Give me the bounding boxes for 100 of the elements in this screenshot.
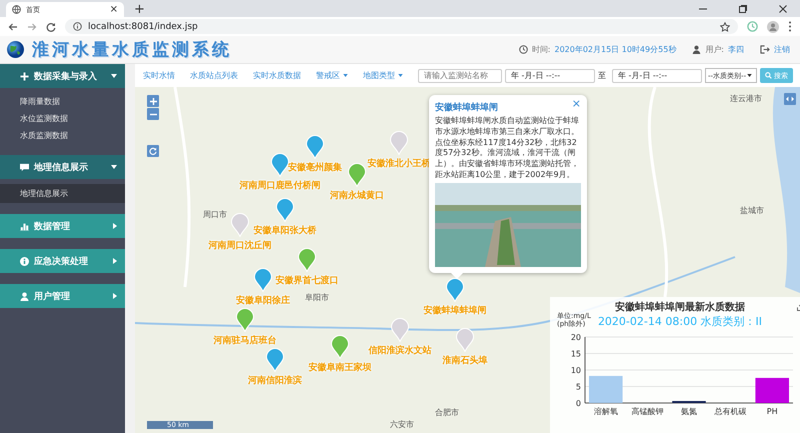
station-search-field[interactable]: 请输入监测站名称 xyxy=(418,68,502,82)
caret-down-icon xyxy=(111,165,117,169)
plus-icon xyxy=(150,98,156,104)
city-label: 阜阳市 xyxy=(305,292,329,303)
station-label: 安徽阜阳张大桥 xyxy=(254,224,316,237)
sidebar-item[interactable]: 降雨量数据 xyxy=(0,93,125,110)
comment-icon xyxy=(20,162,29,172)
nav-link[interactable]: 警戒区 xyxy=(316,70,348,81)
chart-title: 安徽蚌埠蚌埠闸最新水质数据 xyxy=(615,300,745,314)
map-pin-icon[interactable] xyxy=(231,213,249,237)
profile-avatar-icon[interactable] xyxy=(767,20,779,32)
menu-header-label: 用户管理 xyxy=(34,290,70,302)
city-label: 周口市 xyxy=(203,209,227,220)
sidebar-item[interactable]: 水位监测数据 xyxy=(0,110,125,127)
y-tick-label: 0 xyxy=(576,399,581,408)
station-label: 安徽界首七渡口 xyxy=(276,274,338,287)
logout-icon[interactable] xyxy=(760,45,770,54)
sidebar-menu-header[interactable]: 用户管理 xyxy=(0,284,125,308)
map-pin-icon[interactable] xyxy=(276,198,294,222)
map-pin-icon[interactable] xyxy=(236,308,254,332)
map-pin-icon[interactable] xyxy=(271,153,289,177)
star-icon[interactable] xyxy=(720,22,730,32)
globe-logo-icon xyxy=(7,41,24,58)
forward-icon[interactable] xyxy=(27,22,37,32)
clock-icon xyxy=(518,45,528,54)
info-icon xyxy=(73,22,82,31)
map-pin-icon[interactable] xyxy=(390,131,408,155)
menu-header-label: 数据管理 xyxy=(34,220,70,232)
logout-link[interactable]: 注销 xyxy=(774,44,790,55)
popup-title: 安徽蚌埠蚌埠闸 xyxy=(435,101,499,114)
back-icon[interactable] xyxy=(8,22,18,32)
start-date-field[interactable]: 年 -月-日 --:-- xyxy=(505,68,595,82)
expand-button[interactable] xyxy=(784,93,796,105)
caret-right-icon xyxy=(113,223,117,229)
globe-icon xyxy=(12,5,21,14)
map-pin-icon[interactable] xyxy=(331,335,349,359)
plus-icon xyxy=(20,72,29,80)
map-pin-icon[interactable] xyxy=(391,318,409,342)
map-pin-icon[interactable] xyxy=(306,135,324,159)
station-label: 安徽阜阳徐庄 xyxy=(236,294,290,307)
x-tick-label: 总有机碳 xyxy=(714,407,747,416)
map-pin-icon[interactable] xyxy=(348,163,366,187)
sidebar-item[interactable]: 水质监测数据 xyxy=(0,127,125,144)
map-pin-icon[interactable] xyxy=(446,278,464,302)
map-pin-icon[interactable] xyxy=(456,328,474,352)
address-bar[interactable]: localhost:8081/index.jsp xyxy=(65,19,738,34)
sidebar-menu-header[interactable]: 应急决策处理 xyxy=(0,249,125,273)
nav-link[interactable]: 水质站点列表 xyxy=(190,70,238,81)
current-time: 2020年02月15日 10时49分55秒 xyxy=(554,44,676,55)
to-label: 至 xyxy=(598,70,606,81)
x-tick-label: 高锰酸钾 xyxy=(631,407,664,416)
station-label: 河南驻马店班台 xyxy=(214,334,276,347)
caret-down-icon xyxy=(111,74,117,78)
double-arrow-icon xyxy=(786,96,794,102)
info-icon xyxy=(20,256,29,266)
close-popup-button[interactable]: × xyxy=(572,97,581,110)
station-label: 河南信阳淮滨 xyxy=(248,374,302,387)
app-title: 淮河水量水质监测系统 xyxy=(32,39,232,61)
station-label: 河南周口沈丘闸 xyxy=(208,239,272,252)
station-label: 淮南石头埠 xyxy=(442,354,488,367)
caret-right-icon xyxy=(113,293,117,299)
x-tick-label: 溶解氧 xyxy=(594,407,618,416)
x-tick-label: PH xyxy=(766,407,778,416)
menu-header-label: 应急决策处理 xyxy=(34,255,88,268)
city-label: 连云港市 xyxy=(730,93,762,104)
end-date-field[interactable]: 年 -月-日 --:-- xyxy=(612,68,702,82)
user-name: 李四 xyxy=(728,44,744,55)
nav-link[interactable]: 实时水质数据 xyxy=(253,70,301,81)
sidebar-item[interactable]: 地理信息展示 xyxy=(0,184,125,203)
search-icon xyxy=(765,72,772,79)
new-tab-button[interactable]: + xyxy=(130,2,149,17)
map-pin-icon[interactable] xyxy=(254,268,272,292)
user-icon xyxy=(692,45,702,54)
map-pin-icon[interactable] xyxy=(266,348,284,372)
refresh-button[interactable] xyxy=(147,145,159,157)
map-pin-icon[interactable] xyxy=(298,248,316,272)
sidebar-menu-header[interactable]: 地理信息展示 xyxy=(0,155,125,179)
user-label: 用户: xyxy=(705,44,724,55)
caret-right-icon xyxy=(113,258,117,264)
caret-down-icon xyxy=(747,74,752,77)
zoom-in-button[interactable] xyxy=(147,95,159,107)
url-text: localhost:8081/index.jsp xyxy=(88,22,198,32)
x-tick-label: 氨氮 xyxy=(681,407,697,416)
y-tick-label: 10 xyxy=(570,366,581,375)
maximize-icon[interactable] xyxy=(738,4,748,14)
sidebar-menu-header[interactable]: 数据采集与录入 xyxy=(0,64,125,88)
city-label: 六安市 xyxy=(390,419,414,430)
city-label: 合肥市 xyxy=(435,407,459,418)
menu-icon[interactable] xyxy=(788,21,792,32)
station-label: 信阳淮滨水文站 xyxy=(368,344,432,357)
station-label: 安徽蚌埠蚌埠闸 xyxy=(424,304,486,317)
sidebar-menu-header[interactable]: 数据管理 xyxy=(0,214,125,238)
reload-icon[interactable] xyxy=(46,22,56,32)
station-label: 河南永城黄口 xyxy=(330,189,384,202)
clock-extension-icon[interactable] xyxy=(747,21,758,32)
zoom-out-button[interactable] xyxy=(147,108,159,120)
close-icon[interactable] xyxy=(778,4,788,14)
close-tab-button[interactable]: × xyxy=(110,4,118,15)
nav-link[interactable]: 实时水情 xyxy=(143,70,175,81)
nav-link[interactable]: 地图类型 xyxy=(363,70,403,81)
